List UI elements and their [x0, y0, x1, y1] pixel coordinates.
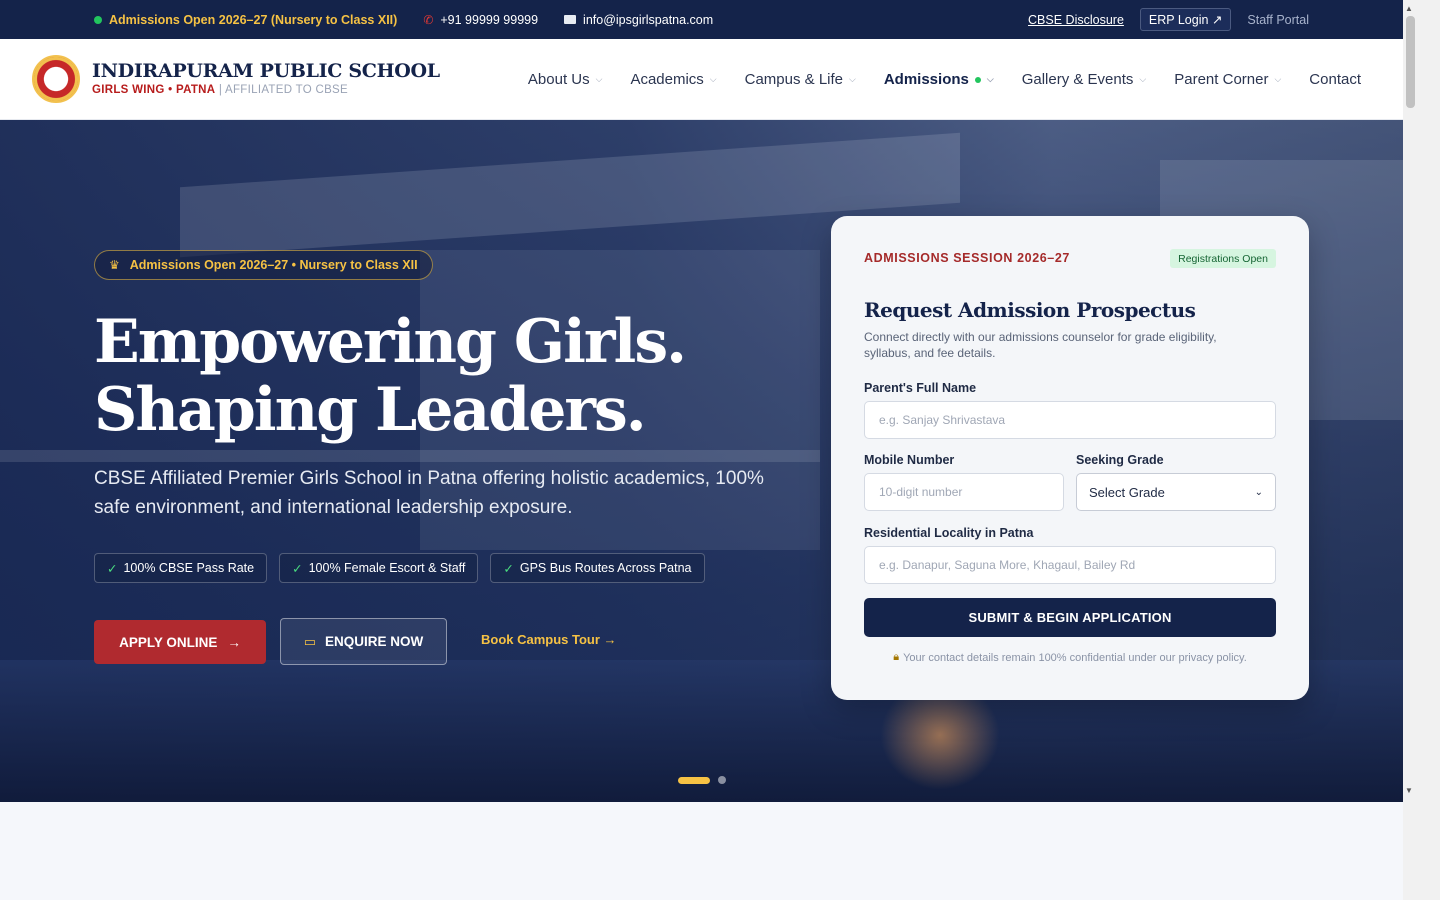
- status-dot-icon: [94, 15, 102, 24]
- registration-status-badge: Registrations Open: [1170, 249, 1276, 268]
- nav-item-contact[interactable]: Contact: [1309, 71, 1361, 88]
- nav-item-label: Parent Corner: [1174, 71, 1269, 88]
- carousel-dot[interactable]: [718, 776, 726, 784]
- nav-item-label: Admissions: [883, 71, 969, 88]
- apply-online-label: APPLY ONLINE: [119, 634, 218, 650]
- school-name[interactable]: INDIRAPURAM PUBLIC SCHOOL: [92, 60, 440, 82]
- check-icon: ✓: [503, 561, 514, 576]
- hero-admissions-badge: ♛ Admissions Open 2026–27 • Nursery to C…: [94, 250, 433, 280]
- hero-title: Empowering Girls. Shaping Leaders.: [94, 307, 687, 445]
- page-scrollbar[interactable]: [1403, 0, 1440, 900]
- highlight-chip: ✓ 100% CBSE Pass Rate: [94, 553, 268, 583]
- book-icon: [48, 73, 64, 85]
- form-description: Connect directly with our admissions cou…: [864, 330, 1217, 360]
- school-logo-icon[interactable]: [32, 55, 80, 103]
- apply-online-button[interactable]: APPLY ONLINE →: [94, 620, 266, 664]
- check-icon: ✓: [107, 561, 118, 576]
- phone-icon: ✆: [423, 12, 434, 27]
- admissions-notice-text: Admissions Open 2026–27 (Nursery to Clas…: [109, 12, 398, 27]
- next-section: [0, 802, 1403, 900]
- chevron-down-icon: ⌵: [849, 74, 856, 84]
- nav-item-label: About Us: [527, 71, 590, 88]
- hero-title-line-1: Empowering Girls.: [94, 307, 687, 377]
- phone-number: +91 99999 99999: [440, 12, 539, 27]
- hero-badge-text: Admissions Open 2026–27 • Nursery to Cla…: [129, 258, 418, 272]
- highlight-chip-label: 100% CBSE Pass Rate: [123, 561, 255, 575]
- privacy-note-text: Your contact details remain 100% confide…: [903, 651, 1247, 664]
- locality-input[interactable]: e.g. Danapur, Saguna More, Khagaul, Bail…: [864, 546, 1276, 584]
- carousel-indicators: [678, 776, 726, 784]
- nav-item-parent-corner[interactable]: Parent Corner ⌵: [1174, 71, 1281, 88]
- lock-icon: 🔒︎: [893, 651, 900, 663]
- highlight-chip-label: GPS Bus Routes Across Patna: [519, 561, 692, 575]
- chevron-down-icon: ⌄: [1254, 486, 1263, 498]
- arrow-right-icon: →: [227, 634, 241, 650]
- parent-name-label: Parent's Full Name: [864, 381, 977, 395]
- hero-highlights: ✓ 100% CBSE Pass Rate ✓ 100% Female Esco…: [94, 553, 705, 583]
- nav-item-admissions[interactable]: Admissions ⌵: [884, 71, 994, 88]
- check-icon: ✓: [292, 561, 303, 576]
- chevron-down-icon: ⌵: [986, 74, 994, 84]
- top-bar-right: CBSE Disclosure ERP Login ↗ Staff Portal: [1028, 0, 1309, 39]
- main-nav: About Us ⌵ Academics ⌵ Campus & Life ⌵ A…: [528, 39, 1361, 120]
- mobile-number-label: Mobile Number: [864, 453, 955, 467]
- nav-item-label: Gallery & Events: [1021, 71, 1134, 88]
- nav-item-label: Campus & Life: [744, 71, 844, 88]
- admissions-notice[interactable]: Admissions Open 2026–27 (Nursery to Clas…: [94, 13, 397, 27]
- chevron-down-icon: ⌵: [1139, 74, 1147, 84]
- form-session-label: ADMISSIONS SESSION 2026–27: [864, 251, 1070, 265]
- enquire-now-label: ENQUIRE NOW: [325, 634, 424, 649]
- book-campus-tour-link[interactable]: Book Campus Tour →: [481, 632, 617, 647]
- email-contact[interactable]: info@ipsgirlspatna.com: [564, 13, 713, 27]
- cbse-disclosure-link[interactable]: CBSE Disclosure: [1028, 13, 1124, 27]
- nav-item-gallery-events[interactable]: Gallery & Events ⌵: [1022, 71, 1147, 88]
- submit-application-button[interactable]: SUBMIT & BEGIN APPLICATION: [864, 598, 1276, 637]
- chevron-down-icon: ⌵: [1274, 74, 1282, 84]
- chevron-down-icon: ⌵: [595, 74, 603, 84]
- phone-contact[interactable]: ✆ +91 99999 99999: [423, 13, 538, 27]
- highlight-chip: ✓ GPS Bus Routes Across Patna: [490, 553, 705, 583]
- crown-icon: ♛: [109, 258, 120, 272]
- highlight-chip-label: 100% Female Escort & Staff: [308, 561, 466, 575]
- seeking-grade-value: Select Grade: [1089, 484, 1165, 500]
- scroll-up-arrow-icon[interactable]: ▲: [1405, 4, 1413, 13]
- form-title: Request Admission Prospectus: [864, 298, 1196, 322]
- scroll-down-arrow-icon[interactable]: ▼: [1405, 786, 1413, 795]
- hero-title-line-2: Shaping Leaders.: [94, 375, 647, 445]
- nav-item-academics[interactable]: Academics ⌵: [630, 71, 716, 88]
- highlight-chip: ✓ 100% Female Escort & Staff: [279, 553, 479, 583]
- enquire-now-button[interactable]: ▭ ENQUIRE NOW: [280, 618, 447, 665]
- mobile-number-input[interactable]: 10-digit number: [864, 473, 1064, 511]
- school-subtitle: GIRLS WING • PATNA | AFFILIATED TO CBSE: [92, 84, 348, 96]
- school-affiliation: | AFFILIATED TO CBSE: [218, 84, 348, 96]
- top-bar-left: Admissions Open 2026–27 (Nursery to Clas…: [94, 0, 713, 39]
- hero-subtitle: CBSE Affiliated Premier Girls School in …: [94, 468, 764, 518]
- parent-name-input[interactable]: e.g. Sanjay Shrivastava: [864, 401, 1276, 439]
- nav-item-label: Contact: [1309, 71, 1361, 88]
- school-wing: GIRLS WING • PATNA: [92, 84, 216, 96]
- scrollbar-thumb[interactable]: [1406, 16, 1415, 108]
- staff-portal-link[interactable]: Staff Portal: [1247, 13, 1309, 27]
- locality-label: Residential Locality in Patna: [864, 526, 1034, 540]
- privacy-note: 🔒︎ Your contact details remain 100% conf…: [831, 651, 1309, 664]
- nav-item-about-us[interactable]: About Us ⌵: [528, 71, 603, 88]
- seeking-grade-label: Seeking Grade: [1076, 453, 1164, 467]
- chevron-down-icon: ⌵: [709, 74, 717, 84]
- carousel-dot-active[interactable]: [678, 776, 710, 784]
- live-dot-icon: [974, 76, 981, 83]
- nav-item-campus-life[interactable]: Campus & Life ⌵: [745, 71, 856, 88]
- site-header: INDIRAPURAM PUBLIC SCHOOL GIRLS WING • P…: [0, 39, 1403, 120]
- erp-login-button[interactable]: ERP Login ↗: [1139, 8, 1232, 31]
- hero-background-ledge: [0, 450, 820, 462]
- mail-icon: [564, 15, 577, 24]
- nav-item-label: Academics: [630, 71, 704, 88]
- top-bar: Admissions Open 2026–27 (Nursery to Clas…: [0, 0, 1403, 39]
- seeking-grade-select[interactable]: Select Grade ⌄: [1076, 473, 1276, 511]
- admission-enquiry-form: ADMISSIONS SESSION 2026–27 Registrations…: [831, 216, 1309, 700]
- chat-icon: ▭: [303, 633, 317, 649]
- email-address: info@ipsgirlspatna.com: [583, 12, 714, 27]
